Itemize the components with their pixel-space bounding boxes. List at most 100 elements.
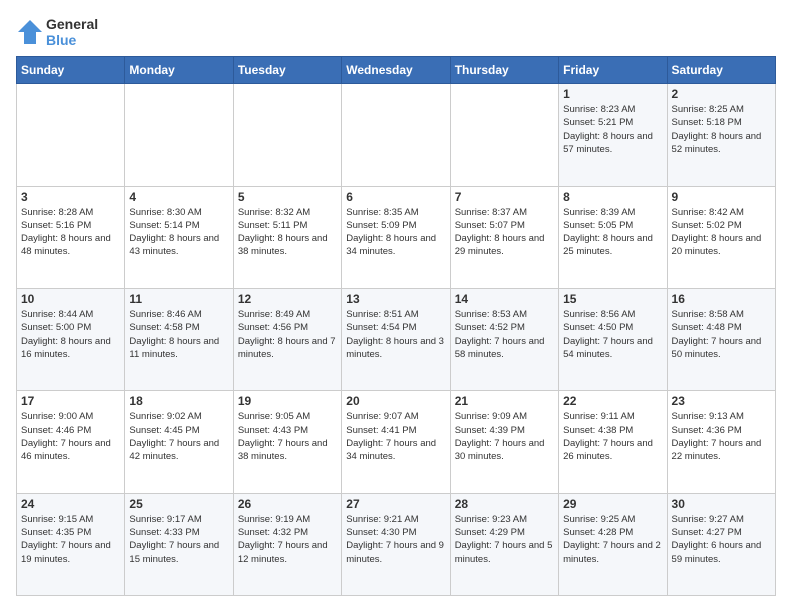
day-cell: 10Sunrise: 8:44 AM Sunset: 5:00 PM Dayli…: [17, 288, 125, 390]
logo-text-block: General Blue: [46, 16, 98, 48]
day-info: Sunrise: 8:32 AM Sunset: 5:11 PM Dayligh…: [238, 206, 337, 259]
day-cell: 22 Sunrise: 9:11 AM Sunset: 4:38 PM Dayli…: [559, 391, 667, 493]
day-cell: 8Sunrise: 8:39 AM Sunset: 5:05 PM Daylig…: [559, 186, 667, 288]
day-info: Sunrise: 9:05 AM Sunset: 4:43 PM Dayligh…: [238, 410, 337, 463]
day-number: 1: [563, 87, 662, 101]
day-info: Sunrise: 8:37 AM Sunset: 5:07 PM Dayligh…: [455, 206, 554, 259]
day-cell: [233, 84, 341, 186]
day-number: 15: [563, 292, 662, 306]
header-monday: Monday: [125, 57, 233, 84]
day-info: Sunrise: 8:56 AM Sunset: 4:50 PM Dayligh…: [563, 308, 662, 361]
logo-container: General Blue: [16, 16, 98, 48]
day-cell: 6 Sunrise: 8:35 AM Sunset: 5:09 PM Daylig…: [342, 186, 450, 288]
day-number: 26: [238, 497, 337, 511]
day-number: 12: [238, 292, 337, 306]
day-info: Sunrise: 9:09 AM Sunset: 4:39 PM Dayligh…: [455, 410, 554, 463]
logo-general: General: [46, 16, 98, 32]
day-info: Sunrise: 8:51 AM Sunset: 4:54 PM Dayligh…: [346, 308, 445, 361]
page: General Blue SundayMondayTuesdayWednesda…: [0, 0, 792, 612]
day-number: 2: [672, 87, 771, 101]
day-number: 24: [21, 497, 120, 511]
day-cell: 24 Sunrise: 9:15 AM Sunset: 4:35 PM Dayli…: [17, 493, 125, 595]
day-info: Sunrise: 9:25 AM Sunset: 4:28 PM Dayligh…: [563, 513, 662, 566]
day-number: 22: [563, 394, 662, 408]
day-number: 29: [563, 497, 662, 511]
day-info: Sunrise: 8:46 AM Sunset: 4:58 PM Dayligh…: [129, 308, 228, 361]
day-number: 25: [129, 497, 228, 511]
day-cell: [450, 84, 558, 186]
day-info: Sunrise: 8:30 AM Sunset: 5:14 PM Dayligh…: [129, 206, 228, 259]
day-info: Sunrise: 9:27 AM Sunset: 4:27 PM Dayligh…: [672, 513, 771, 566]
day-info: Sunrise: 8:35 AM Sunset: 5:09 PM Dayligh…: [346, 206, 445, 259]
day-info: Sunrise: 9:21 AM Sunset: 4:30 PM Dayligh…: [346, 513, 445, 566]
day-number: 21: [455, 394, 554, 408]
calendar-header-row: SundayMondayTuesdayWednesdayThursdayFrid…: [17, 57, 776, 84]
day-number: 7: [455, 190, 554, 204]
day-cell: [125, 84, 233, 186]
day-number: 20: [346, 394, 445, 408]
day-info: Sunrise: 8:42 AM Sunset: 5:02 PM Dayligh…: [672, 206, 771, 259]
logo-bird-icon: [16, 18, 44, 46]
day-cell: 18Sunrise: 9:02 AM Sunset: 4:45 PM Dayli…: [125, 391, 233, 493]
day-info: Sunrise: 9:07 AM Sunset: 4:41 PM Dayligh…: [346, 410, 445, 463]
day-cell: 25Sunrise: 9:17 AM Sunset: 4:33 PM Dayli…: [125, 493, 233, 595]
day-cell: 14Sunrise: 8:53 AM Sunset: 4:52 PM Dayli…: [450, 288, 558, 390]
day-info: Sunrise: 8:58 AM Sunset: 4:48 PM Dayligh…: [672, 308, 771, 361]
day-cell: 26 Sunrise: 9:19 AM Sunset: 4:32 PM Dayli…: [233, 493, 341, 595]
header-wednesday: Wednesday: [342, 57, 450, 84]
day-info: Sunrise: 8:39 AM Sunset: 5:05 PM Dayligh…: [563, 206, 662, 259]
day-info: Sunrise: 9:11 AM Sunset: 4:38 PM Dayligh…: [563, 410, 662, 463]
day-cell: 30 Sunrise: 9:27 AM Sunset: 4:27 PM Dayli…: [667, 493, 775, 595]
day-cell: 7 Sunrise: 8:37 AM Sunset: 5:07 PM Daylig…: [450, 186, 558, 288]
day-number: 27: [346, 497, 445, 511]
day-info: Sunrise: 9:00 AM Sunset: 4:46 PM Dayligh…: [21, 410, 120, 463]
week-row-4: 24 Sunrise: 9:15 AM Sunset: 4:35 PM Dayli…: [17, 493, 776, 595]
day-cell: 28 Sunrise: 9:23 AM Sunset: 4:29 PM Dayli…: [450, 493, 558, 595]
day-number: 13: [346, 292, 445, 306]
day-cell: 13 Sunrise: 8:51 AM Sunset: 4:54 PM Dayli…: [342, 288, 450, 390]
header-tuesday: Tuesday: [233, 57, 341, 84]
day-cell: 29 Sunrise: 9:25 AM Sunset: 4:28 PM Dayli…: [559, 493, 667, 595]
day-number: 30: [672, 497, 771, 511]
day-cell: [17, 84, 125, 186]
day-cell: 21 Sunrise: 9:09 AM Sunset: 4:39 PM Dayli…: [450, 391, 558, 493]
day-cell: 16 Sunrise: 8:58 AM Sunset: 4:48 PM Dayli…: [667, 288, 775, 390]
week-row-0: 1 Sunrise: 8:23 AM Sunset: 5:21 PM Daylig…: [17, 84, 776, 186]
day-number: 5: [238, 190, 337, 204]
day-number: 28: [455, 497, 554, 511]
day-cell: 9 Sunrise: 8:42 AM Sunset: 5:02 PM Daylig…: [667, 186, 775, 288]
day-number: 6: [346, 190, 445, 204]
week-row-2: 10Sunrise: 8:44 AM Sunset: 5:00 PM Dayli…: [17, 288, 776, 390]
day-cell: 2 Sunrise: 8:25 AM Sunset: 5:18 PM Daylig…: [667, 84, 775, 186]
week-row-3: 17 Sunrise: 9:00 AM Sunset: 4:46 PM Dayli…: [17, 391, 776, 493]
header-saturday: Saturday: [667, 57, 775, 84]
day-info: Sunrise: 8:28 AM Sunset: 5:16 PM Dayligh…: [21, 206, 120, 259]
day-cell: 20 Sunrise: 9:07 AM Sunset: 4:41 PM Dayli…: [342, 391, 450, 493]
calendar-table: SundayMondayTuesdayWednesdayThursdayFrid…: [16, 56, 776, 596]
day-cell: 23Sunrise: 9:13 AM Sunset: 4:36 PM Dayli…: [667, 391, 775, 493]
day-cell: 19Sunrise: 9:05 AM Sunset: 4:43 PM Dayli…: [233, 391, 341, 493]
day-info: Sunrise: 9:19 AM Sunset: 4:32 PM Dayligh…: [238, 513, 337, 566]
day-info: Sunrise: 9:15 AM Sunset: 4:35 PM Dayligh…: [21, 513, 120, 566]
day-number: 9: [672, 190, 771, 204]
day-number: 4: [129, 190, 228, 204]
day-cell: [342, 84, 450, 186]
day-cell: 4 Sunrise: 8:30 AM Sunset: 5:14 PM Daylig…: [125, 186, 233, 288]
day-cell: 15 Sunrise: 8:56 AM Sunset: 4:50 PM Dayli…: [559, 288, 667, 390]
day-number: 3: [21, 190, 120, 204]
day-info: Sunrise: 9:23 AM Sunset: 4:29 PM Dayligh…: [455, 513, 554, 566]
day-info: Sunrise: 8:23 AM Sunset: 5:21 PM Dayligh…: [563, 103, 662, 156]
day-cell: 3 Sunrise: 8:28 AM Sunset: 5:16 PM Daylig…: [17, 186, 125, 288]
day-info: Sunrise: 8:25 AM Sunset: 5:18 PM Dayligh…: [672, 103, 771, 156]
day-number: 10: [21, 292, 120, 306]
header-friday: Friday: [559, 57, 667, 84]
header-sunday: Sunday: [17, 57, 125, 84]
day-info: Sunrise: 8:49 AM Sunset: 4:56 PM Dayligh…: [238, 308, 337, 361]
logo-blue: Blue: [46, 32, 98, 48]
day-number: 23: [672, 394, 771, 408]
day-cell: 11Sunrise: 8:46 AM Sunset: 4:58 PM Dayli…: [125, 288, 233, 390]
day-number: 17: [21, 394, 120, 408]
day-cell: 27 Sunrise: 9:21 AM Sunset: 4:30 PM Dayli…: [342, 493, 450, 595]
day-number: 16: [672, 292, 771, 306]
day-cell: 5 Sunrise: 8:32 AM Sunset: 5:11 PM Daylig…: [233, 186, 341, 288]
